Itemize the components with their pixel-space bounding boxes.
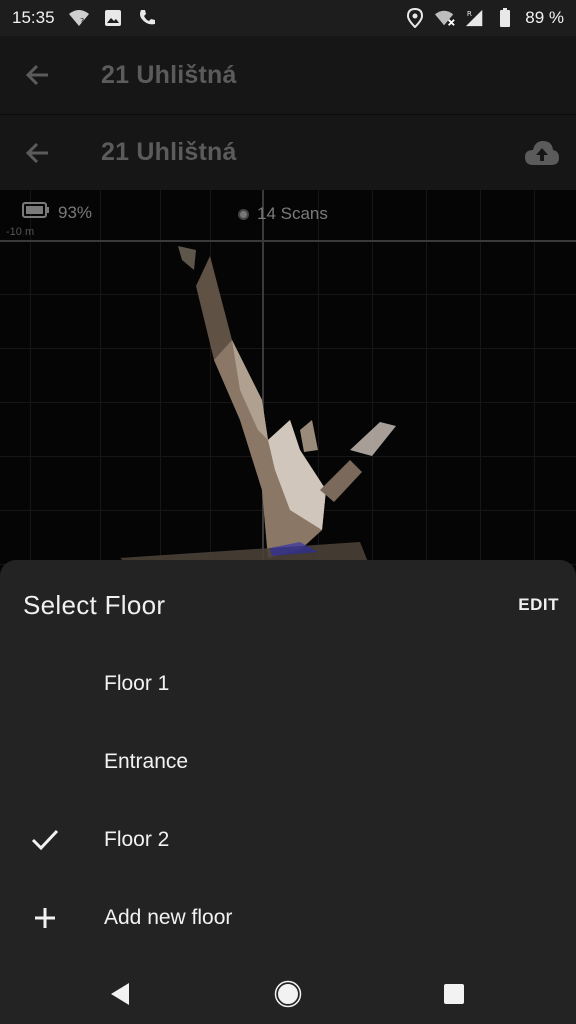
image-icon bbox=[103, 8, 123, 28]
page-title: 21 Uhlištná bbox=[101, 60, 237, 89]
sheet-title: Select Floor bbox=[23, 590, 166, 620]
floor-item-label: Add new floor bbox=[104, 906, 233, 929]
arrow-back-icon[interactable] bbox=[24, 139, 52, 167]
floor-item-label: Entrance bbox=[104, 750, 189, 773]
plus-icon bbox=[28, 901, 62, 935]
signal-roaming-icon: R bbox=[465, 8, 485, 28]
back-triangle-icon[interactable] bbox=[104, 978, 136, 1010]
svg-text:R: R bbox=[467, 9, 472, 18]
toolbar-secondary: 21 Uhlištná bbox=[0, 114, 576, 190]
edit-button[interactable]: EDIT bbox=[518, 595, 559, 615]
cloud-upload-icon[interactable] bbox=[524, 139, 560, 167]
wifi-question-icon: ? bbox=[68, 8, 89, 28]
wifi-off-icon bbox=[435, 8, 455, 28]
floor-item-label: Floor 1 bbox=[104, 672, 170, 695]
scan-count-label: 14 Scans bbox=[257, 204, 328, 223]
wifi-call-icon bbox=[137, 8, 157, 28]
arrow-back-icon[interactable] bbox=[24, 61, 52, 89]
point-cloud-scan bbox=[120, 246, 396, 566]
status-bar: 15:35 ? R 89 % bbox=[0, 0, 576, 36]
battery-percent: 89 % bbox=[525, 8, 564, 27]
add-new-floor-button[interactable]: Add new floor bbox=[0, 879, 576, 957]
location-icon bbox=[405, 8, 425, 28]
floor-item-floor-1[interactable]: Floor 1 bbox=[0, 645, 576, 723]
toolbar-primary: 21 Uhlištná bbox=[0, 36, 576, 114]
system-nav-bar bbox=[0, 964, 576, 1024]
scan-dot-icon bbox=[238, 208, 249, 220]
scan-count: 14 Scans bbox=[238, 204, 328, 224]
recents-square-icon[interactable] bbox=[438, 978, 470, 1010]
scanner-battery: 93% bbox=[22, 202, 92, 223]
scanner-battery-level: 93% bbox=[58, 202, 93, 222]
select-floor-sheet: Select Floor EDIT Floor 1 Entrance Floor… bbox=[0, 560, 576, 964]
status-time: 15:35 bbox=[12, 8, 55, 27]
checkmark-icon bbox=[28, 823, 62, 857]
floor-item-label: Floor 2 bbox=[104, 828, 170, 851]
battery-outline-icon bbox=[22, 202, 50, 223]
project-title: 21 Uhlištná bbox=[101, 138, 237, 166]
floor-item-entrance[interactable]: Entrance bbox=[0, 723, 576, 801]
floor-item-floor-2[interactable]: Floor 2 bbox=[0, 801, 576, 879]
battery-icon bbox=[495, 8, 515, 28]
svg-text:?: ? bbox=[80, 17, 84, 26]
home-circle-icon[interactable] bbox=[272, 978, 304, 1010]
scan-viewport[interactable]: -10 m 93% 14 Scans bbox=[0, 190, 576, 620]
